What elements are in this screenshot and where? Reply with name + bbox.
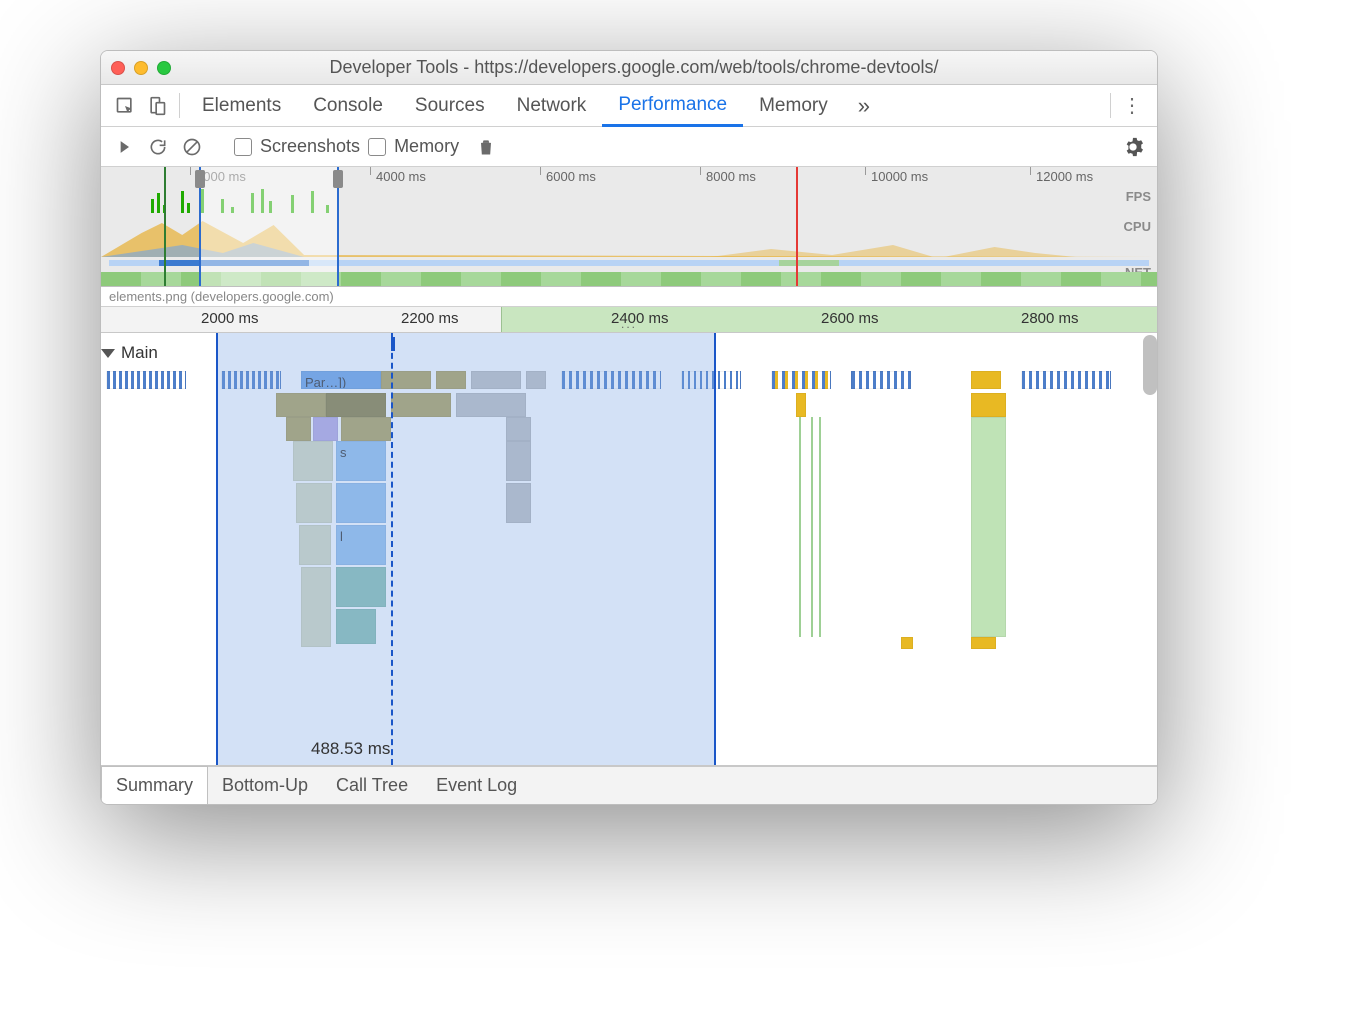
tab-elements[interactable]: Elements (186, 85, 297, 126)
reload-record-button[interactable] (145, 134, 171, 160)
ruler-tick: 2200 ms (401, 310, 459, 327)
flame-row (101, 483, 1157, 523)
selection-handle-right[interactable] (333, 170, 343, 188)
separator (179, 93, 180, 118)
titlebar: Developer Tools - https://developers.goo… (101, 51, 1157, 85)
ruler-tick: 2600 ms (821, 310, 879, 327)
inspect-element-icon[interactable] (109, 85, 141, 126)
overview-tick: 8000 ms (706, 169, 756, 184)
network-resource-info: elements.png (developers.google.com) (101, 287, 1157, 307)
overview-tick: 12000 ms (1036, 169, 1093, 184)
dcl-marker (164, 167, 166, 286)
ruler-tick: 2800 ms (1021, 310, 1079, 327)
vertical-scrollbar[interactable] (1143, 335, 1157, 395)
zoom-window-button[interactable] (157, 61, 171, 75)
checkbox-icon (368, 138, 386, 156)
memory-label: Memory (394, 136, 459, 157)
overview-fps-label: FPS (1126, 189, 1151, 204)
tab-performance[interactable]: Performance (602, 85, 743, 127)
checkbox-icon (234, 138, 252, 156)
collapse-icon (101, 349, 115, 358)
tab-network[interactable]: Network (501, 85, 603, 126)
more-options-icon[interactable]: ⋮ (1117, 85, 1149, 126)
clear-button[interactable] (179, 134, 205, 160)
flame-chart-container: Main Par…]) (101, 333, 1157, 766)
tabs-overflow-button[interactable]: » (844, 85, 884, 126)
overview-tick: 6000 ms (546, 169, 596, 184)
overview-tick: 10000 ms (871, 169, 928, 184)
selection-duration: 488.53 ms (311, 739, 390, 759)
selection-handle-left[interactable] (195, 170, 205, 188)
details-tab-call-tree[interactable]: Call Tree (322, 767, 422, 804)
tab-memory[interactable]: Memory (743, 85, 844, 126)
tab-console[interactable]: Console (297, 85, 399, 126)
overview-tick: 4000 ms (376, 169, 426, 184)
flame-block-s[interactable]: s (336, 441, 386, 481)
load-marker (796, 167, 798, 286)
ruler-tick: 2400 ms (611, 310, 669, 327)
window-controls (111, 61, 171, 75)
separator (1110, 93, 1111, 118)
screenshots-checkbox[interactable]: Screenshots (234, 136, 360, 157)
details-tab-event-log[interactable]: Event Log (422, 767, 531, 804)
flame-row (101, 417, 1157, 441)
settings-icon[interactable] (1119, 133, 1147, 161)
time-cursor-line (391, 333, 393, 765)
minimize-window-button[interactable] (134, 61, 148, 75)
close-window-button[interactable] (111, 61, 125, 75)
window-title: Developer Tools - https://developers.goo… (181, 57, 1147, 78)
details-tab-bottom-up[interactable]: Bottom-Up (208, 767, 322, 804)
details-tab-bar: Summary Bottom-Up Call Tree Event Log (101, 766, 1157, 804)
record-next-button[interactable] (111, 134, 137, 160)
flame-row: l (101, 525, 1157, 565)
timeline-ruler[interactable]: 2000 ms 2200 ms 2400 ms 2600 ms 2800 ms … (101, 307, 1157, 333)
ruler-tick: 2000 ms (201, 310, 259, 327)
performance-toolbar: Screenshots Memory (101, 127, 1157, 167)
flame-chart[interactable]: Main Par…]) (101, 333, 1157, 765)
tab-sources[interactable]: Sources (399, 85, 501, 126)
main-thread-header[interactable]: Main (101, 343, 158, 363)
performance-overview[interactable]: 2000 ms 4000 ms 6000 ms 8000 ms 10000 ms… (101, 167, 1157, 287)
flame-row: s (101, 441, 1157, 481)
main-thread-label: Main (121, 343, 158, 363)
resource-text: elements.png (developers.google.com) (109, 289, 334, 304)
screenshots-label: Screenshots (260, 136, 360, 157)
garbage-collect-icon[interactable] (473, 134, 499, 160)
flame-row (101, 393, 1157, 417)
flame-events-row: Par…]) (101, 371, 1157, 391)
details-tab-summary[interactable]: Summary (101, 766, 208, 804)
devtools-window: Developer Tools - https://developers.goo… (100, 50, 1158, 805)
flame-block-l[interactable]: l (336, 525, 386, 565)
overview-selection[interactable] (199, 167, 339, 286)
device-toolbar-icon[interactable] (141, 85, 173, 126)
devtools-tab-bar: Elements Console Sources Network Perform… (101, 85, 1157, 127)
ruler-ellipsis: ... (621, 317, 637, 331)
flame-block-parse[interactable]: Par…]) (301, 371, 381, 389)
flame-row (101, 567, 1157, 647)
memory-checkbox[interactable]: Memory (368, 136, 459, 157)
